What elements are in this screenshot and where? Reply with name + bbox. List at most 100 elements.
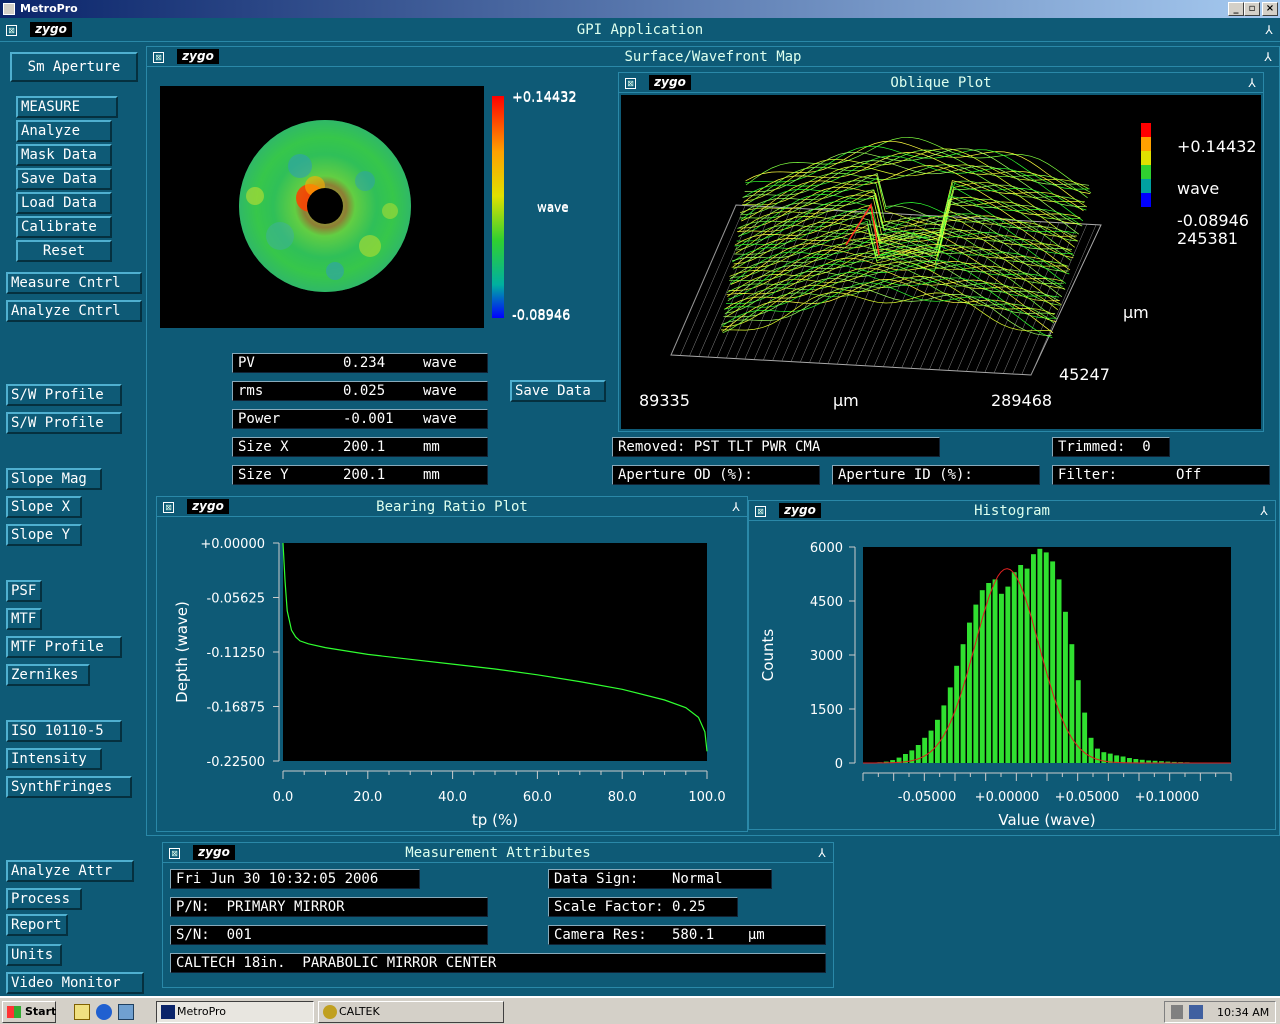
measure-button[interactable]: MEASURE — [16, 96, 118, 118]
close-icon[interactable]: ⊠ — [625, 78, 636, 89]
oblique-scale-segment — [1141, 179, 1151, 193]
surface-save-data-button[interactable]: Save Data — [510, 380, 606, 402]
result-value: 200.1 — [343, 439, 386, 455]
histogram-chart[interactable]: 0 1500 3000 4500 6000 -0.05000 +0.00000 +0.0500… — [749, 523, 1275, 829]
oblique-title: Oblique Plot — [890, 75, 992, 91]
aperture-od-field[interactable]: Aperture OD (%): — [612, 465, 820, 485]
close-icon[interactable]: ⊠ — [163, 502, 174, 513]
pin-icon[interactable]: ⅄ — [1261, 50, 1275, 64]
slope-mag-button[interactable]: Slope Mag — [6, 468, 102, 490]
psf-button[interactable]: PSF — [6, 580, 42, 602]
close-icon[interactable]: ⊠ — [153, 52, 164, 63]
sw-profile-button-1[interactable]: S/W Profile — [6, 384, 122, 406]
oblique-scale-segment — [1141, 151, 1151, 165]
aperture-button[interactable]: Sm Aperture — [10, 52, 138, 82]
slope-y-button[interactable]: Slope Y — [6, 524, 82, 546]
explorer-icon[interactable] — [118, 1004, 134, 1020]
surface-scale-unit: wave — [537, 201, 569, 215]
base-gridline — [689, 205, 755, 357]
mask-data-button[interactable]: Mask Data — [16, 144, 112, 166]
browser-icon[interactable] — [96, 1004, 112, 1020]
pin-icon[interactable]: ⅄ — [1257, 504, 1271, 518]
histogram-bar — [1056, 579, 1062, 763]
oblique-plot[interactable]: +0.14432 wave -0.08946 245381 µm 45247 8… — [621, 95, 1261, 429]
analyze-button[interactable]: Analyze — [16, 120, 112, 142]
calibrate-button[interactable]: Calibrate — [16, 216, 112, 238]
close-icon[interactable]: ⊠ — [755, 506, 766, 517]
x-tick-label: 20.0 — [353, 790, 382, 805]
task-metropro[interactable]: MetroPro — [156, 1001, 314, 1023]
desktop-icon[interactable] — [74, 1004, 90, 1020]
report-button[interactable]: Report — [6, 914, 68, 936]
zernikes-button[interactable]: Zernikes — [6, 664, 90, 686]
analyze-attr-button[interactable]: Analyze Attr — [6, 860, 134, 882]
network-icon[interactable] — [1189, 1005, 1203, 1019]
synthfringes-button[interactable]: SynthFringes — [6, 776, 132, 798]
process-button[interactable]: Process — [6, 888, 82, 910]
histogram-bar — [1082, 712, 1088, 763]
attributes-header: ⊠ zygo Measurement Attributes ⅄ — [163, 843, 833, 863]
histogram-bar — [1069, 644, 1075, 763]
task-caltek[interactable]: CALTEK — [318, 1001, 504, 1023]
close-icon[interactable]: ⊠ — [6, 25, 17, 36]
filter-field[interactable]: Filter: Off — [1052, 465, 1270, 485]
histogram-bar — [999, 593, 1004, 763]
surface-scale-min: -0.08946 — [512, 309, 571, 324]
pin-icon[interactable]: ⅄ — [1262, 23, 1276, 37]
base-gridline — [984, 222, 1051, 373]
bearing-header: ⊠ zygo Bearing Ratio Plot ⅄ — [157, 497, 747, 517]
data-sign-field: Data Sign: Normal — [548, 869, 772, 889]
intensity-button[interactable]: Intensity — [6, 748, 102, 770]
load-data-button[interactable]: Load Data — [16, 192, 112, 214]
speaker-icon[interactable] — [1171, 1005, 1183, 1019]
units-button[interactable]: Units — [6, 944, 62, 966]
histogram-bar — [928, 730, 934, 763]
mtf-profile-button[interactable]: MTF Profile — [6, 636, 122, 658]
result-unit: mm — [423, 439, 440, 455]
reset-button[interactable]: Reset — [16, 240, 112, 262]
histogram-bar — [1011, 572, 1017, 763]
attributes-title: Measurement Attributes — [405, 845, 591, 861]
pin-icon[interactable]: ⅄ — [1245, 76, 1259, 90]
minimize-button[interactable]: _ — [1228, 2, 1244, 16]
y-axis-label: Depth (wave) — [173, 601, 191, 703]
y-tick-label: 1500 — [810, 703, 843, 718]
oblique-y-bottom: 45247 — [1059, 365, 1110, 384]
histogram-title: Histogram — [974, 503, 1050, 519]
base-gridline — [929, 219, 995, 370]
system-tray: 10:34 AM — [1164, 1001, 1276, 1023]
serial-number-field[interactable]: S/N: 001 — [170, 925, 488, 945]
base-gridline — [836, 214, 903, 365]
mtf-button[interactable]: MTF — [6, 608, 42, 630]
analyze-cntrl-button[interactable]: Analyze Cntrl — [6, 300, 142, 322]
maximize-button[interactable]: ▫ — [1244, 2, 1260, 16]
oblique-x-unit: µm — [833, 391, 859, 410]
pin-icon[interactable]: ⅄ — [729, 500, 743, 514]
aperture-id-field[interactable]: Aperture ID (%): — [832, 465, 1040, 485]
window-title: MetroPro — [20, 2, 78, 15]
histogram-bar — [1120, 756, 1126, 763]
oblique-plot-svg — [670, 123, 1151, 376]
measure-cntrl-button[interactable]: Measure Cntrl — [6, 272, 142, 294]
slope-x-button[interactable]: Slope X — [6, 496, 82, 518]
histogram-bar — [1075, 680, 1081, 763]
iso-10110-5-button[interactable]: ISO 10110-5 — [6, 720, 122, 742]
sw-profile-button-2[interactable]: S/W Profile — [6, 412, 122, 434]
result-field-size-x: Size X 200.1 mm — [232, 437, 488, 457]
close-icon[interactable]: ⊠ — [169, 848, 180, 859]
start-button[interactable]: Start — [2, 1001, 56, 1023]
base-gridline — [809, 212, 875, 363]
zygo-logo: zygo — [649, 75, 691, 90]
surface-map-plot[interactable]: +0.14432 wave -0.08946 — [160, 86, 577, 328]
bearing-ratio-chart[interactable]: 0.0 20.0 40.0 60.0 80.0 100.0 +0.00000 -0.05625… — [157, 519, 747, 831]
video-monitor-button[interactable]: Video Monitor — [6, 972, 144, 994]
save-data-button[interactable]: Save Data — [16, 168, 112, 190]
removed-field: Removed: PST TLT PWR CMA — [612, 437, 940, 457]
pin-icon[interactable]: ⅄ — [815, 846, 829, 860]
result-label: rms — [238, 383, 264, 399]
description-field[interactable]: CALTECH 18in. PARABOLIC MIRROR CENTER — [170, 953, 826, 973]
task-metropro-label: MetroPro — [177, 1005, 227, 1018]
close-button[interactable]: × — [1262, 2, 1278, 16]
part-number-field[interactable]: P/N: PRIMARY MIRROR — [170, 897, 488, 917]
oblique-x-right: 289468 — [991, 391, 1053, 410]
